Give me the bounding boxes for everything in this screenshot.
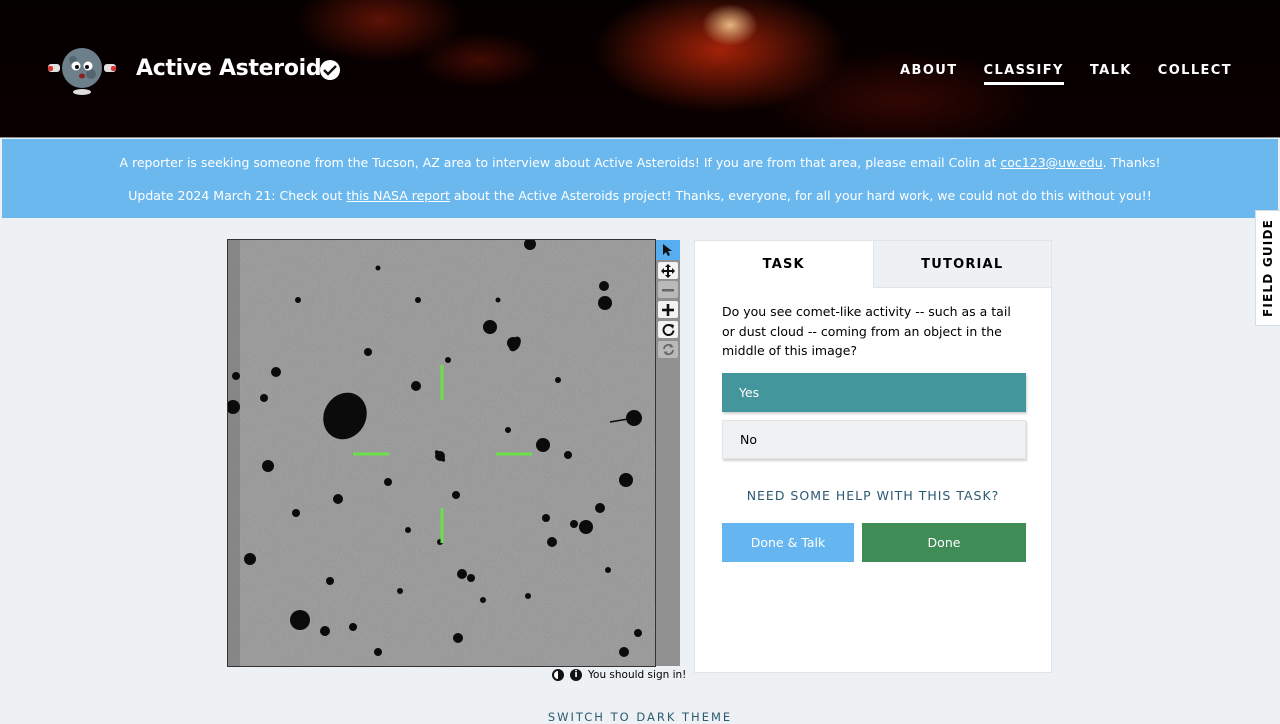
pointer-icon[interactable] (656, 240, 680, 260)
invert-colors-icon[interactable] (552, 669, 564, 681)
task-panel: TASK TUTORIAL Do you see comet-like acti… (694, 240, 1052, 673)
project-avatar[interactable] (46, 44, 118, 96)
done-and-talk-button[interactable]: Done & Talk (722, 523, 854, 562)
viewer-toolbar (656, 240, 680, 666)
nav-about[interactable]: ABOUT (900, 63, 957, 85)
site-header: Active Asteroids ABOUT CLASSIFY TALK COL… (0, 0, 1280, 138)
signin-notice: You should sign in! (588, 669, 687, 681)
verified-badge-icon (320, 60, 340, 80)
task-question: Do you see comet-like activity -- such a… (722, 304, 1011, 358)
task-tabs: TASK TUTORIAL (695, 241, 1051, 288)
task-help-link[interactable]: NEED SOME HELP WITH THIS TASK? (695, 488, 1051, 503)
tab-tutorial[interactable]: TUTORIAL (872, 241, 1051, 288)
project-nav: ABOUT CLASSIFY TALK COLLECT (900, 63, 1232, 85)
nav-collect[interactable]: COLLECT (1158, 63, 1232, 85)
move-icon[interactable] (658, 262, 678, 279)
zoom-out-icon[interactable] (658, 281, 678, 298)
rotate-icon[interactable] (658, 321, 678, 338)
info-icon[interactable]: i (570, 669, 582, 681)
nasa-report-link[interactable]: this NASA report (346, 188, 450, 203)
theme-toggle-button[interactable]: SWITCH TO DARK THEME (0, 710, 1280, 724)
announcement-line-1: A reporter is seeking someone from the T… (119, 155, 1161, 170)
nav-talk[interactable]: TALK (1090, 63, 1132, 85)
answer-yes-button[interactable]: Yes (722, 373, 1026, 412)
tab-task[interactable]: TASK (695, 241, 873, 288)
subject-meta: i You should sign in! (552, 669, 686, 681)
answer-no-button[interactable]: No (722, 420, 1026, 459)
announcement-line-2: Update 2024 March 21: Check out this NAS… (128, 188, 1152, 203)
project-title[interactable]: Active Asteroids (136, 56, 334, 81)
field-guide-label: FIELD GUIDE (1261, 218, 1275, 318)
subject-image[interactable] (227, 239, 656, 667)
done-button[interactable]: Done (862, 523, 1026, 562)
zoom-in-icon[interactable] (658, 301, 678, 318)
email-link[interactable]: coc123@uw.edu (1000, 155, 1102, 170)
reset-icon[interactable] (658, 341, 678, 358)
field-guide-tab[interactable]: FIELD GUIDE (1255, 210, 1280, 326)
announcement-banner: A reporter is seeking someone from the T… (2, 139, 1278, 218)
nav-classify[interactable]: CLASSIFY (983, 63, 1064, 85)
